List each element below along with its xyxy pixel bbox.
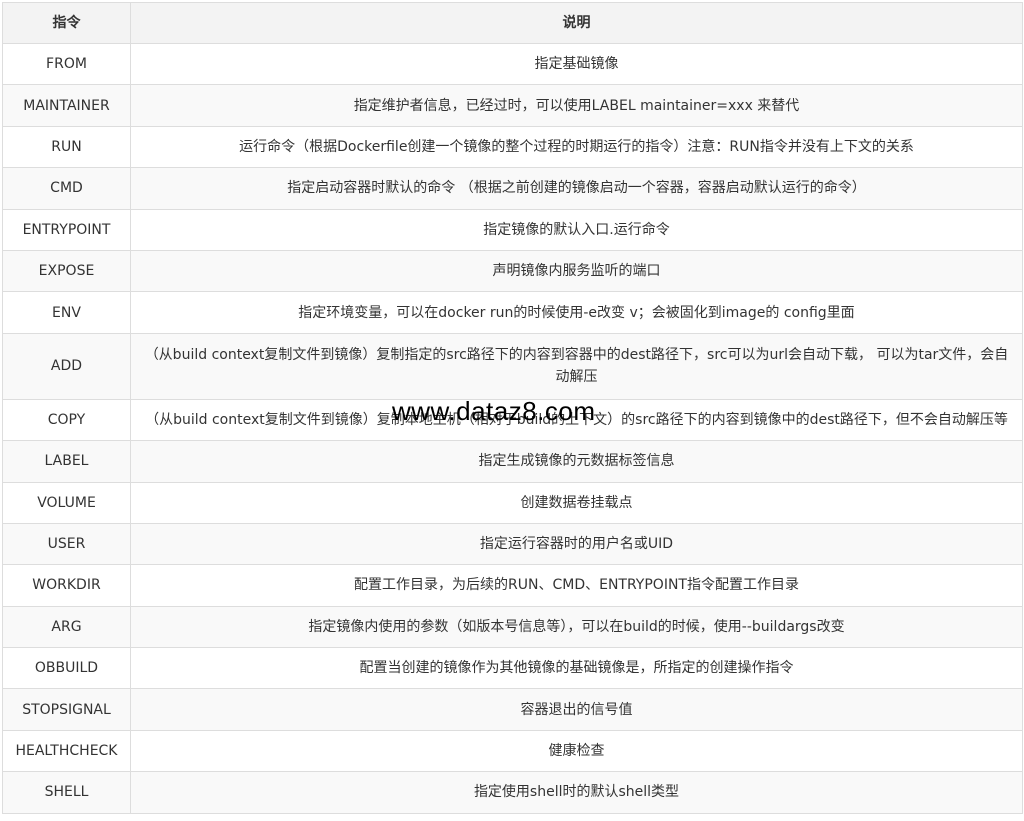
description-cell: 健康检查 [130, 729, 1023, 773]
header-instruction: 指令 [2, 2, 131, 44]
instruction-cell: LABEL [2, 440, 131, 483]
instruction-cell: ARG [2, 605, 131, 649]
description-cell: 指定运行容器时的用户名或UID [130, 522, 1023, 566]
header-description: 说明 [130, 2, 1023, 44]
table-body: FROM 指定基础镜像 MAINTAINER 指定维护者信息，已经过时，可以使用… [2, 42, 1023, 814]
table-row: HEALTHCHECK 健康检查 [2, 729, 1023, 773]
instruction-cell: OBBUILD [2, 647, 131, 690]
instruction-cell: MAINTAINER [2, 84, 131, 127]
description-cell: 配置工作目录，为后续的RUN、CMD、ENTRYPOINT指令配置工作目录 [130, 564, 1023, 607]
description-cell: 指定维护者信息，已经过时，可以使用LABEL maintainer=xxx 来替… [130, 84, 1023, 127]
watermark-text: www.dataz8.com [392, 396, 596, 426]
instruction-cell: FROM [2, 42, 131, 86]
description-cell: 指定镜像内使用的参数（如版本号信息等），可以在build的时候，使用--buil… [130, 605, 1023, 649]
description-cell: 指定环境变量，可以在docker run的时候使用-e改变 v；会被固化到ima… [130, 291, 1023, 334]
table-row: EXPOSE 声明镜像内服务监听的端口 [2, 249, 1023, 293]
instruction-cell: HEALTHCHECK [2, 729, 131, 773]
table-row: LABEL 指定生成镜像的元数据标签信息 [2, 440, 1023, 483]
description-cell: 配置当创建的镜像作为其他镜像的基础镜像是，所指定的创建操作指令 [130, 647, 1023, 690]
table-row: SHELL 指定使用shell时的默认shell类型 [2, 771, 1023, 814]
table-row: WORKDIR 配置工作目录，为后续的RUN、CMD、ENTRYPOINT指令配… [2, 564, 1023, 607]
table-row: ADD （从build context复制文件到镜像）复制指定的src路径下的内… [2, 332, 1023, 400]
instruction-cell: ADD [2, 332, 131, 400]
description-cell: 指定使用shell时的默认shell类型 [130, 771, 1023, 814]
description-cell: 运行命令（根据Dockerfile创建一个镜像的整个过程的时期运行的指令）注意：… [130, 125, 1023, 169]
instruction-cell: EXPOSE [2, 249, 131, 293]
table-row: ENTRYPOINT 指定镜像的默认入口.运行命令 [2, 208, 1023, 251]
table-row: USER 指定运行容器时的用户名或UID [2, 522, 1023, 566]
instruction-cell: COPY [2, 398, 131, 442]
header-row: 指令 说明 [2, 2, 1023, 44]
table-row: FROM 指定基础镜像 [2, 42, 1023, 86]
description-cell: 容器退出的信号值 [130, 688, 1023, 731]
description-cell: 声明镜像内服务监听的端口 [130, 249, 1023, 293]
table-row: RUN 运行命令（根据Dockerfile创建一个镜像的整个过程的时期运行的指令… [2, 125, 1023, 169]
table-row: ARG 指定镜像内使用的参数（如版本号信息等），可以在build的时候，使用--… [2, 605, 1023, 649]
description-cell: 指定镜像的默认入口.运行命令 [130, 208, 1023, 251]
description-cell: （从build context复制文件到镜像）复制指定的src路径下的内容到容器… [130, 332, 1023, 400]
description-cell: 指定生成镜像的元数据标签信息 [130, 440, 1023, 483]
table-row: OBBUILD 配置当创建的镜像作为其他镜像的基础镜像是，所指定的创建操作指令 [2, 647, 1023, 690]
instruction-cell: ENTRYPOINT [2, 208, 131, 251]
table-row: MAINTAINER 指定维护者信息，已经过时，可以使用LABEL mainta… [2, 84, 1023, 127]
instruction-cell: WORKDIR [2, 564, 131, 607]
description-cell: 指定启动容器时默认的命令 （根据之前创建的镜像启动一个容器，容器启动默认运行的命… [130, 167, 1023, 210]
instruction-cell: ENV [2, 291, 131, 334]
table-header: 指令 说明 [2, 2, 1023, 44]
description-cell: 创建数据卷挂载点 [130, 481, 1023, 524]
instruction-cell: CMD [2, 167, 131, 210]
instruction-cell: STOPSIGNAL [2, 688, 131, 731]
instruction-cell: SHELL [2, 771, 131, 814]
description-cell: 指定基础镜像 [130, 42, 1023, 86]
table-row: VOLUME 创建数据卷挂载点 [2, 481, 1023, 524]
instruction-cell: RUN [2, 125, 131, 169]
instruction-cell: USER [2, 522, 131, 566]
table-row: ENV 指定环境变量，可以在docker run的时候使用-e改变 v；会被固化… [2, 291, 1023, 334]
table-row: STOPSIGNAL 容器退出的信号值 [2, 688, 1023, 731]
instruction-cell: VOLUME [2, 481, 131, 524]
table-row: CMD 指定启动容器时默认的命令 （根据之前创建的镜像启动一个容器，容器启动默认… [2, 167, 1023, 210]
